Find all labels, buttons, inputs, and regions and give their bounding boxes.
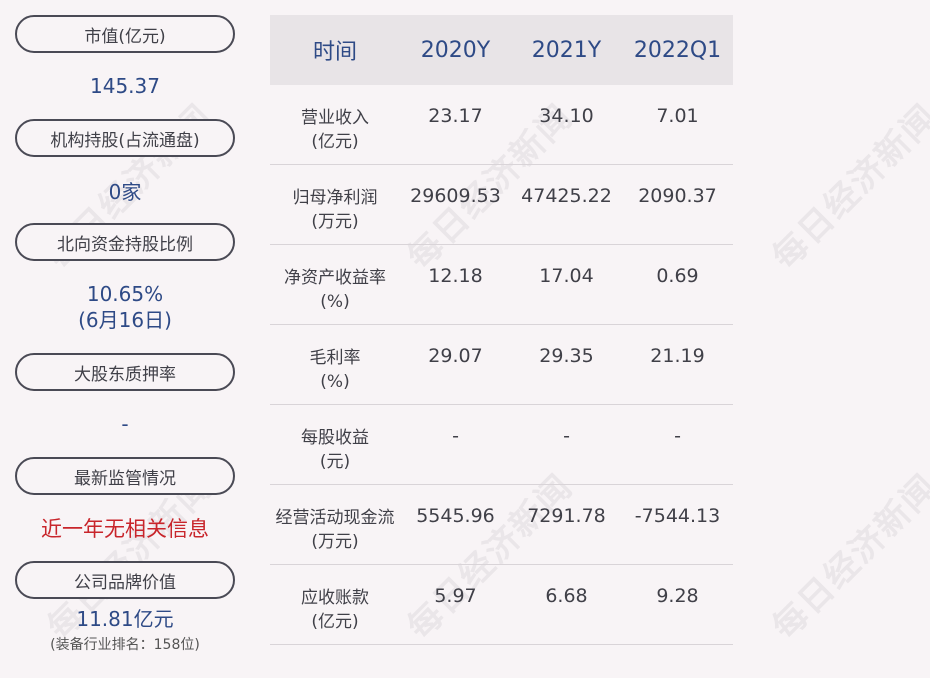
header-2020y: 2020Y: [420, 37, 491, 63]
metric-name: 归母净利润: [292, 188, 378, 208]
watermark: 每日经济新闻: [764, 466, 930, 648]
regulatory-label: 最新监管情况: [15, 457, 235, 495]
row-label: 归母净利润 (万元): [270, 166, 400, 234]
brand-rank-note: (装备行业排名：158位): [50, 637, 200, 653]
pledge-rate-value: -: [121, 412, 129, 436]
metric-name: 净资产收益率: [284, 268, 386, 288]
northbound-ratio-label: 北向资金持股比例: [15, 223, 235, 261]
row-label: 每股收益 (元): [270, 406, 400, 474]
financial-table: 时间 2020Y 2021Y 2022Q1 营业收入 (亿元) 23.17 34.10…: [270, 15, 733, 645]
metric-name: 毛利率: [309, 348, 361, 368]
metrics-panel: 市值(亿元) 145.37 机构持股(占流通盘) 0家 北向资金持股比例 10.…: [15, 15, 235, 665]
table-cell: 5545.96: [416, 505, 495, 527]
metric-unit: (亿元): [311, 612, 359, 632]
table-cell: 9.28: [656, 585, 699, 607]
metric-name: 每股收益: [301, 428, 369, 448]
table-cell: -: [452, 425, 459, 447]
watermark: 每日经济新闻: [764, 96, 930, 278]
northbound-ratio-value: 10.65% (6月16日): [78, 282, 172, 332]
table-body: 营业收入 (亿元) 23.17 34.10 7.01 归母净利润 (万元) 29609.53 4…: [270, 85, 733, 645]
pledge-rate-label: 大股东质押率: [15, 353, 235, 391]
table-cell: 0.69: [656, 265, 699, 287]
table-row: 经营活动现金流 (万元) 5545.96 7291.78 -7544.13: [270, 485, 733, 565]
table-cell: 29.35: [539, 345, 594, 367]
table-cell: 17.04: [539, 265, 594, 287]
table-cell: 23.17: [428, 105, 483, 127]
metric-name: 经营活动现金流: [275, 508, 395, 528]
table-row: 归母净利润 (万元) 29609.53 47425.22 2090.37: [270, 165, 733, 245]
brand-value-label: 公司品牌价值: [15, 561, 235, 599]
table-cell: -7544.13: [634, 505, 721, 527]
table-row: 应收账款 (亿元) 5.97 6.68 9.28: [270, 565, 733, 645]
table-cell: 34.10: [539, 105, 594, 127]
metric-unit: (%): [320, 292, 350, 312]
row-label: 营业收入 (亿元): [270, 86, 400, 154]
header-2021y: 2021Y: [531, 37, 602, 63]
table-cell: -: [674, 425, 681, 447]
table-cell: 29609.53: [410, 185, 501, 207]
metric-name: 营业收入: [301, 108, 369, 128]
table-cell: 12.18: [428, 265, 483, 287]
row-label: 经营活动现金流 (万元): [270, 486, 400, 554]
market-cap-value: 145.37: [90, 74, 160, 98]
table-header: 时间 2020Y 2021Y 2022Q1: [270, 15, 733, 85]
row-label: 毛利率 (%): [270, 326, 400, 394]
table-cell: -: [563, 425, 570, 447]
metric-unit: (元): [319, 452, 351, 472]
table-cell: 7.01: [656, 105, 699, 127]
regulatory-value: 近一年无相关信息: [41, 517, 209, 541]
table-cell: 7291.78: [527, 505, 606, 527]
metric-unit: (万元): [311, 212, 359, 232]
table-row: 每股收益 (元) - - -: [270, 405, 733, 485]
institution-holding-label: 机构持股(占流通盘): [15, 119, 235, 157]
metric-unit: (亿元): [311, 132, 359, 152]
brand-value: 11.81亿元 (装备行业排名：158位): [15, 599, 235, 665]
table-cell: 5.97: [434, 585, 477, 607]
metric-name: 应收账款: [301, 588, 369, 608]
metric-unit: (%): [320, 372, 350, 392]
row-label: 净资产收益率 (%): [270, 246, 400, 314]
market-cap-label: 市值(亿元): [15, 15, 235, 53]
table-cell: 6.68: [545, 585, 588, 607]
table-row: 营业收入 (亿元) 23.17 34.10 7.01: [270, 85, 733, 165]
table-row: 净资产收益率 (%) 12.18 17.04 0.69: [270, 245, 733, 325]
row-label: 应收账款 (亿元): [270, 566, 400, 634]
table-cell: 47425.22: [521, 185, 612, 207]
table-cell: 29.07: [428, 345, 483, 367]
header-2022q1: 2022Q1: [633, 37, 722, 63]
table-cell: 21.19: [650, 345, 705, 367]
header-time: 时间: [312, 40, 357, 65]
institution-holding-value: 0家: [108, 179, 142, 204]
metric-unit: (万元): [311, 532, 359, 552]
table-row: 毛利率 (%) 29.07 29.35 21.19: [270, 325, 733, 405]
table-cell: 2090.37: [638, 185, 717, 207]
